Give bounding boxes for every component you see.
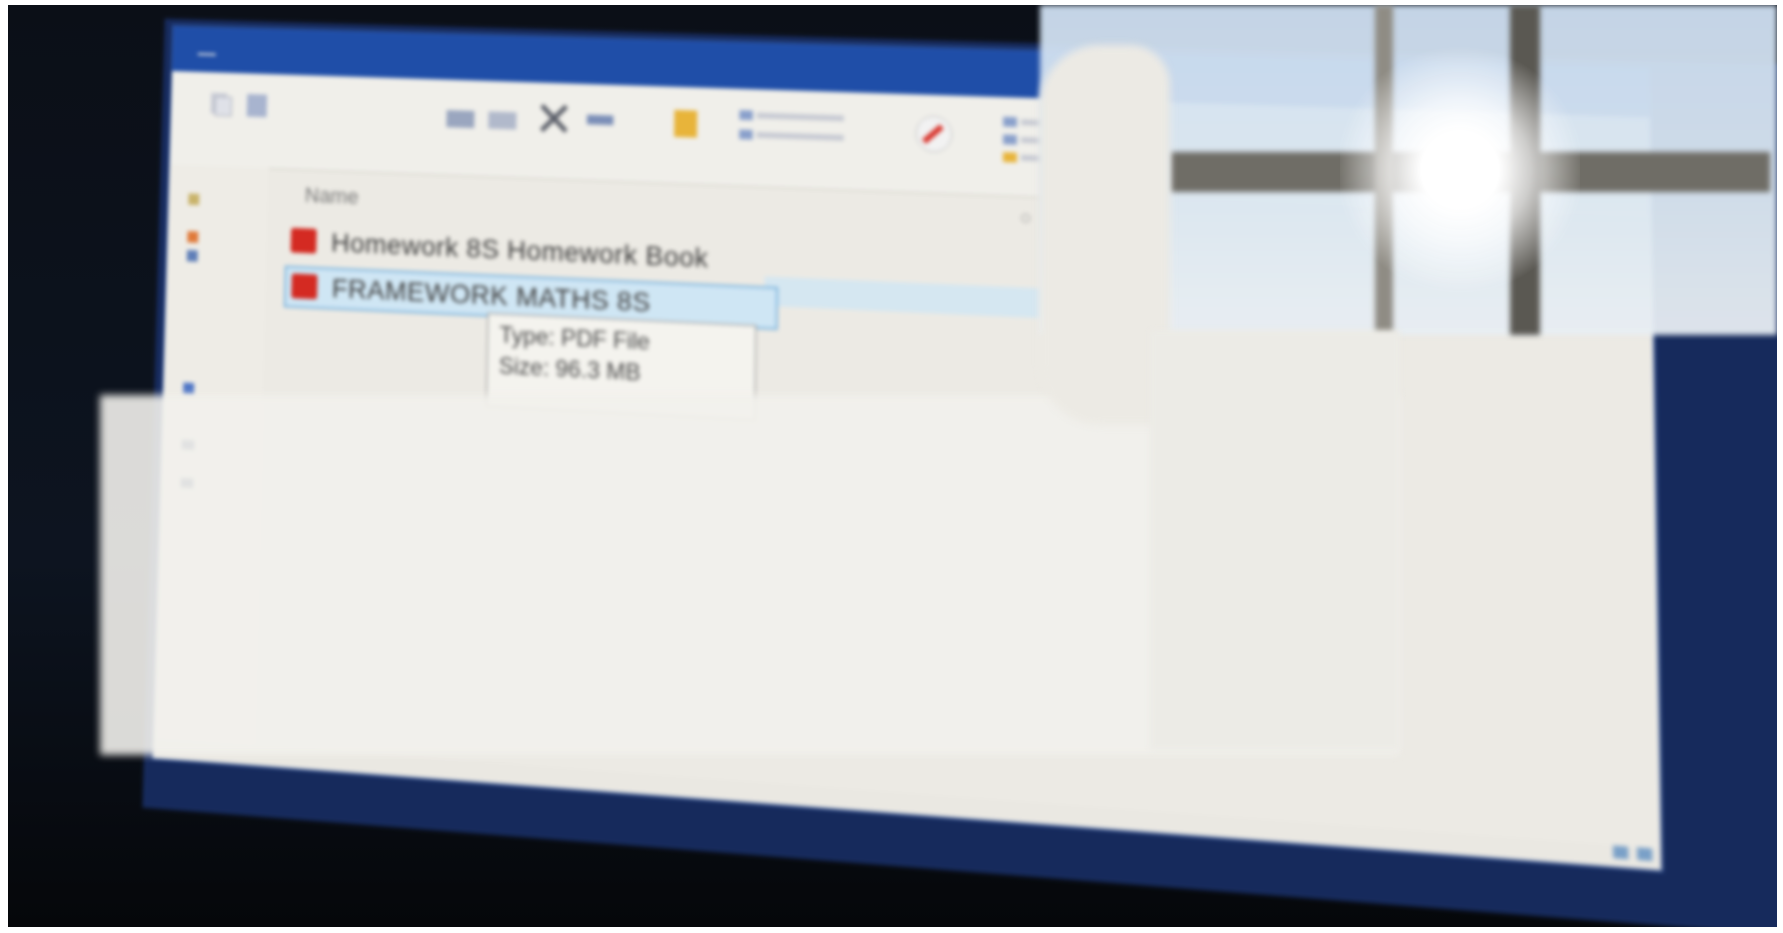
pdf-icon bbox=[290, 227, 317, 254]
star-icon bbox=[188, 193, 200, 206]
tab-file[interactable] bbox=[197, 53, 216, 56]
sun-glare bbox=[1340, 40, 1580, 300]
photo-border bbox=[0, 0, 8, 933]
photo-frame: Name Homework 8S Homework Book FRAMEWORK… bbox=[0, 0, 1783, 933]
screen-glare bbox=[1150, 330, 1400, 750]
details-view-icon[interactable] bbox=[1612, 845, 1628, 860]
new-item-button[interactable] bbox=[737, 106, 854, 155]
folder-copy-icon bbox=[488, 111, 517, 130]
paste-icon bbox=[246, 94, 268, 118]
large-icons-view-icon[interactable] bbox=[1636, 847, 1653, 862]
nav-item-downloads[interactable] bbox=[186, 249, 198, 265]
file-name: Homework 8S Homework Book bbox=[330, 227, 709, 274]
view-toggle[interactable] bbox=[1608, 844, 1653, 866]
copy-button[interactable] bbox=[207, 89, 235, 124]
rename-button[interactable] bbox=[585, 105, 618, 141]
name-column-header[interactable]: Name bbox=[304, 183, 358, 210]
desktop-icon bbox=[187, 231, 199, 243]
nav-item-desktop[interactable] bbox=[187, 231, 199, 246]
file-name: FRAMEWORK MATHS 8S bbox=[331, 273, 651, 318]
tooltip-type: Type: PDF File bbox=[499, 322, 651, 356]
pdf-icon bbox=[291, 273, 318, 300]
copy-icon bbox=[210, 92, 235, 118]
photo-border bbox=[0, 927, 1783, 933]
properties-icon bbox=[912, 112, 956, 157]
tooltip-size: Size: 96.3 MB bbox=[498, 353, 641, 387]
properties-button[interactable] bbox=[912, 112, 956, 162]
downloads-icon bbox=[186, 249, 198, 262]
file-list: Name Homework 8S Homework Book FRAMEWORK… bbox=[274, 180, 779, 335]
nav-item-quick-access[interactable] bbox=[188, 193, 200, 208]
new-item-icon bbox=[739, 110, 844, 141]
delete-x-icon bbox=[538, 102, 571, 136]
delete-button[interactable] bbox=[538, 102, 571, 141]
library-icon bbox=[183, 382, 195, 395]
folder-move-icon bbox=[446, 110, 475, 129]
copy-to-button[interactable] bbox=[486, 102, 518, 137]
paste-button[interactable] bbox=[243, 90, 271, 125]
photo-border bbox=[0, 0, 1783, 5]
search-input[interactable] bbox=[1021, 213, 1031, 226]
rename-icon bbox=[586, 114, 614, 126]
photo-border bbox=[1777, 0, 1783, 933]
search-icon bbox=[1021, 213, 1031, 223]
new-folder-button[interactable] bbox=[670, 100, 703, 145]
move-to-button[interactable] bbox=[444, 100, 476, 135]
new-folder-icon bbox=[674, 109, 698, 138]
